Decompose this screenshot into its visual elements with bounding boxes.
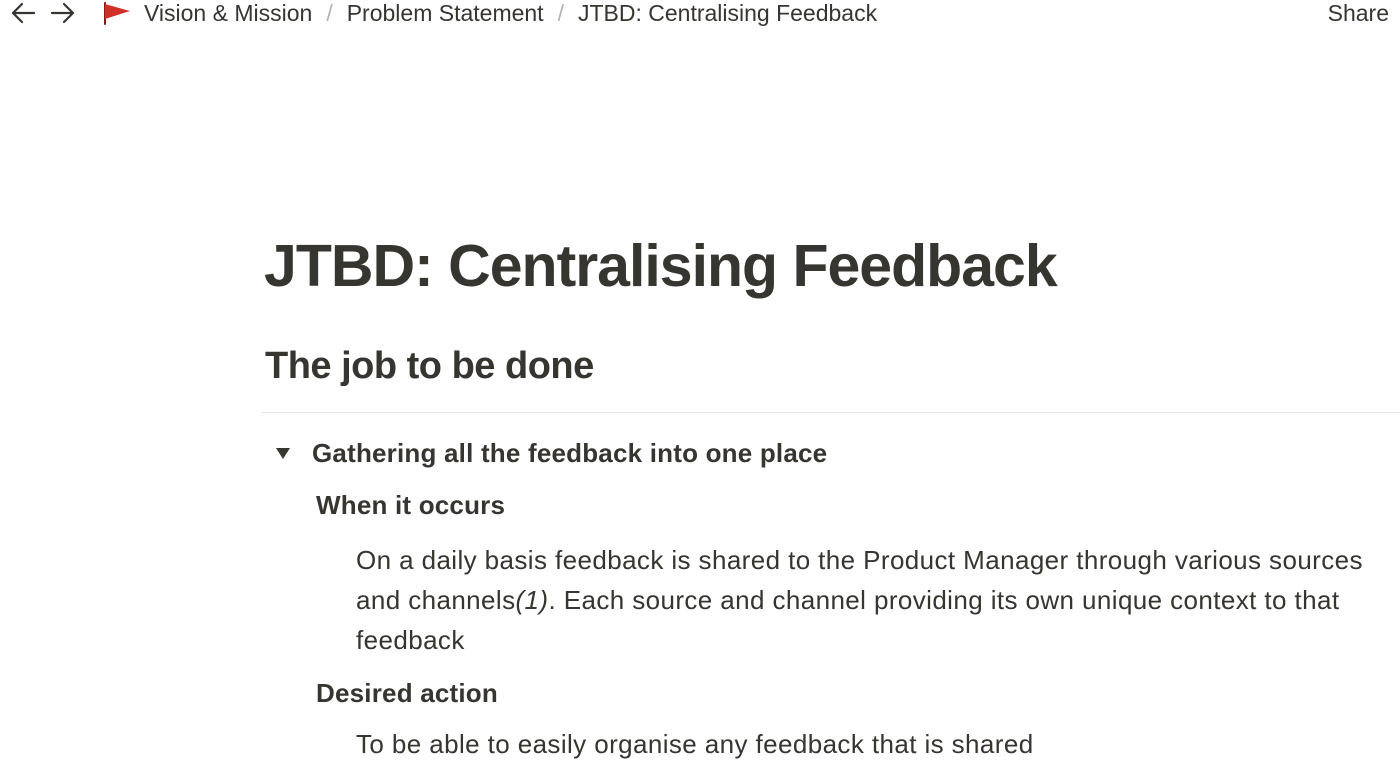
text-line: feedback bbox=[356, 625, 465, 655]
breadcrumb-item-problem-statement[interactable]: Problem Statement bbox=[347, 0, 544, 27]
breadcrumb-separator: / bbox=[326, 0, 333, 26]
when-paragraph: On a daily basis feedback is shared to t… bbox=[356, 540, 1363, 660]
breadcrumb-item-current-page[interactable]: JTBD: Centralising Feedback bbox=[578, 0, 877, 27]
breadcrumb-item-vision-mission[interactable]: Vision & Mission bbox=[102, 0, 312, 27]
arrow-left-icon bbox=[11, 2, 36, 24]
back-button[interactable] bbox=[8, 0, 38, 26]
text-fragment: and channels bbox=[356, 585, 516, 615]
when-heading: When it occurs bbox=[316, 490, 506, 520]
topbar: Vision & Mission / Problem Statement / J… bbox=[0, 0, 1400, 28]
desired-action-heading: Desired action bbox=[316, 678, 498, 708]
breadcrumb-label: JTBD: Centralising Feedback bbox=[577, 0, 878, 26]
triangle-down-icon[interactable] bbox=[274, 445, 292, 461]
breadcrumb-separator: / bbox=[557, 0, 564, 26]
desired-action-paragraph: To be able to easily organise any feedba… bbox=[356, 729, 1034, 759]
page-title: JTBD: Centralising Feedback bbox=[264, 233, 1058, 299]
breadcrumb-label: Problem Statement bbox=[346, 0, 544, 26]
red-flag-icon bbox=[104, 2, 130, 25]
footnote-reference: (1) bbox=[515, 585, 549, 615]
divider bbox=[262, 412, 1400, 413]
toggle-label: Gathering all the feedback into one plac… bbox=[312, 437, 828, 468]
forward-button[interactable] bbox=[48, 0, 78, 26]
arrow-right-icon bbox=[50, 2, 75, 24]
breadcrumb-label: Vision & Mission bbox=[144, 0, 313, 26]
text-fragment: . Each source and channel providing its … bbox=[548, 585, 1340, 615]
share-button[interactable]: Share bbox=[1328, 0, 1389, 26]
section-heading: The job to be done bbox=[265, 345, 594, 387]
breadcrumb: Vision & Mission / Problem Statement / J… bbox=[102, 0, 877, 26]
text-line: On a daily basis feedback is shared to t… bbox=[356, 545, 1363, 575]
toggle-block[interactable]: Gathering all the feedback into one plac… bbox=[274, 436, 827, 470]
